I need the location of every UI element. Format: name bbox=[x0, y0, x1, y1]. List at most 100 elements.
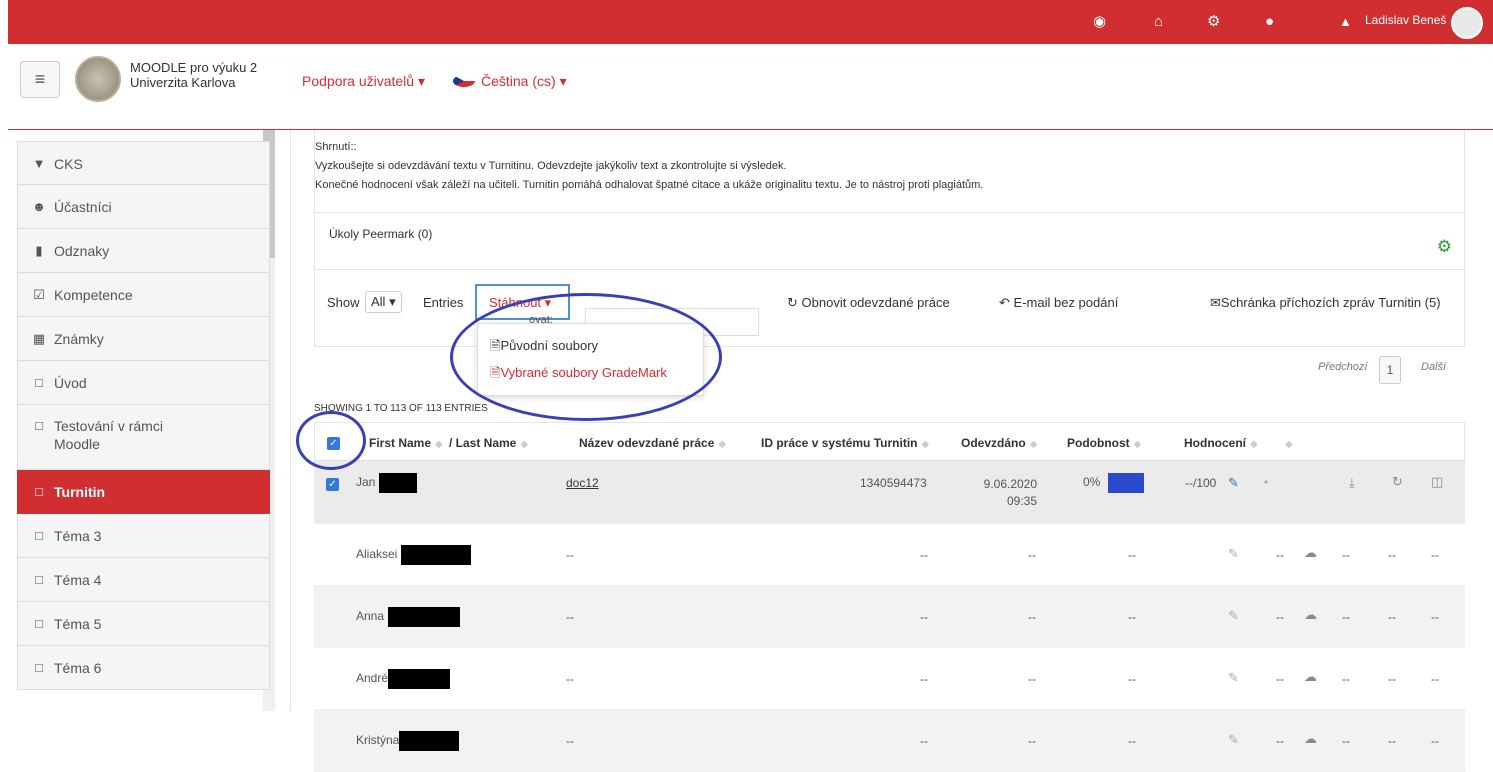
dashboard-icon[interactable]: ◉ bbox=[1093, 13, 1106, 31]
upload-cloud-icon[interactable]: ☁ bbox=[1304, 731, 1317, 747]
refresh-icon: ↻ bbox=[787, 295, 798, 310]
support-menu[interactable]: Podpora uživatelů ▾ bbox=[302, 73, 425, 90]
header-label: Odevzdáno bbox=[961, 436, 1026, 450]
entries-select[interactable]: All ▾ bbox=[365, 291, 402, 313]
pencil-icon[interactable]: ✎ bbox=[1228, 475, 1239, 491]
header-grade[interactable]: Hodnocení ◆ bbox=[1184, 436, 1258, 450]
header-similarity[interactable]: Podobnost ◆ bbox=[1067, 436, 1141, 450]
header-submitted[interactable]: Odevzdáno ◆ bbox=[961, 436, 1037, 450]
show-label: Show bbox=[327, 295, 360, 310]
similarity-score[interactable]: 0% bbox=[1083, 473, 1145, 493]
sidebar-item-label: Téma 5 bbox=[54, 616, 102, 632]
reply-all-icon: ↶ bbox=[999, 295, 1010, 310]
header-last-name[interactable]: / Last Name ◆ bbox=[449, 436, 528, 450]
assignment-summary: Shrnutí:: Vyzkoušejte si odevzdávání tex… bbox=[314, 130, 1465, 213]
upload-cloud-icon[interactable]: ☁ bbox=[1304, 545, 1317, 561]
sidebar-item-intro[interactable]: □ Úvod bbox=[17, 361, 270, 405]
course-sidebar: ▼ CKS ☻ Účastníci ▮ Odznaky ☑ Kompetence ▦ Zn… bbox=[17, 141, 270, 690]
sort-icon: ◆ bbox=[921, 439, 930, 450]
hamburger-menu-button[interactable]: ≡ bbox=[20, 61, 60, 98]
table-row: ✓ Jan doc12 1340594473 9.06.2020 09:35 0%… bbox=[314, 461, 1465, 524]
submissions-table: ✓ First Name ◆ / Last Name ◆ Název odevzda… bbox=[314, 422, 1465, 772]
redacted-name bbox=[401, 545, 472, 565]
grade-col-1: -- bbox=[1276, 734, 1284, 748]
header-extra-sort[interactable]: ◆ bbox=[1281, 436, 1293, 450]
sidebar-item-topic-6[interactable]: □ Téma 6 bbox=[17, 646, 270, 690]
content-divider bbox=[290, 130, 291, 711]
turnitin-inbox-button[interactable]: ✉Schránka příchozích zpráv Turnitin (5) bbox=[1210, 295, 1441, 311]
sidebar-item-badges[interactable]: ▮ Odznaky bbox=[17, 229, 270, 273]
sitemap-icon[interactable]: ⚙ bbox=[1207, 13, 1220, 31]
sidebar-item-participants[interactable]: ☻ Účastníci bbox=[17, 185, 270, 229]
grade-col-4: -- bbox=[1431, 610, 1439, 624]
paper-id: -- bbox=[920, 610, 928, 624]
pencil-icon[interactable]: ✎ bbox=[1228, 732, 1239, 748]
sidebar-item-cks[interactable]: ▼ CKS bbox=[17, 141, 270, 185]
avatar[interactable] bbox=[1451, 7, 1483, 39]
grade-col-2: -- bbox=[1342, 548, 1350, 562]
email-non-submitters-button[interactable]: ↶ E-mail bez podání bbox=[999, 295, 1118, 311]
pager-next[interactable]: Další bbox=[1421, 361, 1446, 373]
student-name[interactable]: Anna bbox=[356, 607, 461, 627]
folder-icon: □ bbox=[35, 528, 43, 543]
sidebar-item-topic-3[interactable]: □ Téma 3 bbox=[17, 514, 270, 558]
pencil-icon[interactable]: ✎ bbox=[1228, 670, 1239, 686]
download-icon[interactable]: ⤓ bbox=[1349, 475, 1355, 491]
student-name[interactable]: Jan bbox=[356, 473, 418, 493]
header-paper-id[interactable]: ID práce v systému Turnitin ◆ bbox=[761, 436, 929, 450]
shield-icon: ▮ bbox=[35, 243, 43, 258]
redacted-name bbox=[388, 607, 461, 627]
pager-previous[interactable]: Předchozí bbox=[1318, 361, 1368, 373]
sidebar-item-grades[interactable]: ▦ Známky bbox=[17, 317, 270, 361]
upload-cloud-icon[interactable]: ☁ bbox=[1304, 607, 1317, 623]
home-icon[interactable]: ⌂ bbox=[1154, 13, 1163, 31]
gear-icon[interactable]: ⚙ bbox=[1437, 237, 1452, 257]
university-logo[interactable] bbox=[75, 56, 121, 102]
paper-id: -- bbox=[920, 548, 928, 562]
trash-icon[interactable]: ◫ bbox=[1431, 474, 1443, 490]
status-dot: • bbox=[1264, 475, 1269, 489]
submitted-date: -- bbox=[1028, 734, 1036, 748]
header-label: ID práce v systému Turnitin bbox=[761, 436, 918, 450]
sidebar-item-label: Téma 6 bbox=[54, 660, 102, 676]
pager-page-1[interactable]: 1 bbox=[1379, 356, 1401, 384]
student-name[interactable]: Aliaksei bbox=[356, 545, 472, 565]
folder-icon: □ bbox=[35, 572, 43, 587]
check-square-icon: ☑ bbox=[33, 287, 45, 302]
sidebar-item-testing[interactable]: □ Testování v rámci Moodle bbox=[17, 405, 270, 470]
submission-link[interactable]: doc12 bbox=[566, 476, 599, 490]
sidebar-item-competencies[interactable]: ☑ Kompetence bbox=[17, 273, 270, 317]
upload-cloud-icon[interactable]: ☁ bbox=[1304, 669, 1317, 685]
student-first-name: André bbox=[356, 671, 389, 686]
similarity-score: -- bbox=[1128, 548, 1136, 562]
language-menu[interactable]: Čeština (cs) ▾ bbox=[453, 73, 567, 90]
submitted-date-line2: 09:35 bbox=[1007, 494, 1038, 508]
czech-flag-icon bbox=[453, 75, 475, 87]
peermark-label[interactable]: Úkoly Peermark (0) bbox=[329, 227, 432, 241]
sort-icon: ◆ bbox=[1285, 439, 1293, 450]
student-name[interactable]: André bbox=[356, 669, 451, 689]
grade-col-1: -- bbox=[1276, 610, 1284, 624]
bell-icon[interactable]: ▲ bbox=[1339, 13, 1352, 31]
row-checkbox[interactable]: ✓ bbox=[326, 476, 339, 491]
pencil-icon[interactable]: ✎ bbox=[1228, 608, 1239, 624]
grade-col-2: -- bbox=[1342, 734, 1350, 748]
sidebar-item-label: CKS bbox=[54, 156, 83, 172]
sidebar-item-turnitin[interactable]: □ Turnitin bbox=[17, 470, 270, 514]
submitted-date-line1: 9.06.2020 bbox=[983, 477, 1038, 491]
sort-icon: ◆ bbox=[1029, 439, 1038, 450]
sidebar-item-topic-5[interactable]: □ Téma 5 bbox=[17, 602, 270, 646]
envelope-icon: ✉ bbox=[1210, 295, 1221, 310]
sidebar-item-topic-4[interactable]: □ Téma 4 bbox=[17, 558, 270, 602]
refresh-submissions-button[interactable]: ↻ Obnovit odevzdané práce bbox=[787, 295, 950, 311]
header-submission-title[interactable]: Název odevzdané práce ◆ bbox=[579, 436, 726, 450]
student-name[interactable]: Kristýna bbox=[356, 731, 460, 751]
chat-icon[interactable]: ● bbox=[1265, 13, 1274, 31]
user-name[interactable]: Ladislav Beneš bbox=[1365, 13, 1446, 27]
header-first-name[interactable]: First Name ◆ bbox=[369, 436, 443, 450]
student-first-name: Jan bbox=[356, 475, 376, 490]
site-name[interactable]: MOODLE pro výuku 2 Univerzita Karlova bbox=[130, 60, 257, 90]
folder-icon: □ bbox=[35, 418, 43, 433]
pencil-icon[interactable]: ✎ bbox=[1228, 546, 1239, 562]
resubmit-icon[interactable]: ↻ bbox=[1392, 474, 1403, 490]
